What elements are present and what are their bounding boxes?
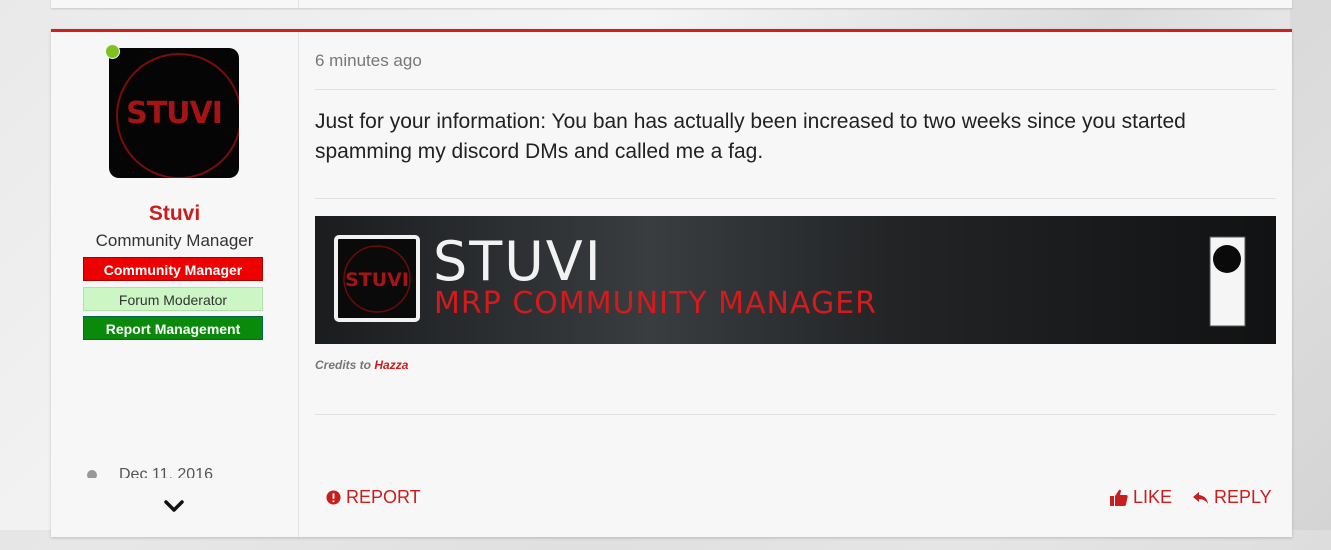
previous-post-card xyxy=(51,0,1292,8)
joined-date-text: Dec 11, 2016 xyxy=(119,466,213,478)
thumbs-up-icon xyxy=(1110,489,1128,506)
signature-role: MRP COMMUNITY MANAGER xyxy=(434,286,878,321)
reply-button[interactable]: REPLY xyxy=(1193,487,1272,508)
signature-banner: STUVI STUVI MRP COMMUNITY MANAGER xyxy=(315,216,1276,344)
credits-prefix: Credits to xyxy=(315,358,372,372)
joined-date: Dec 11, 2016 xyxy=(87,466,267,478)
report-label: REPORT xyxy=(346,487,421,507)
signature-credits: Credits to Hazza xyxy=(315,358,408,372)
badge-community-manager: Community Manager xyxy=(83,257,263,281)
avatar-logo-text: STUVI xyxy=(126,96,222,131)
post-message: Just for your information: You ban has a… xyxy=(315,110,1186,163)
reply-label: REPLY xyxy=(1214,487,1272,507)
like-button[interactable]: LIKE xyxy=(1110,487,1172,508)
divider xyxy=(315,414,1276,415)
forum-post: STUVI Stuvi Community Manager Community … xyxy=(51,29,1292,537)
divider xyxy=(315,89,1276,90)
post-content: 6 minutes ago Just for your information:… xyxy=(315,32,1276,537)
badge-report-management: Report Management xyxy=(83,316,263,340)
report-button[interactable]: REPORT xyxy=(326,487,421,508)
post-timestamp[interactable]: 6 minutes ago xyxy=(315,51,422,71)
online-status-indicator xyxy=(105,44,120,59)
user-icon xyxy=(87,470,97,478)
badge-forum-moderator: Forum Moderator xyxy=(83,287,263,311)
like-label: LIKE xyxy=(1133,487,1173,507)
author-user-title: Community Manager xyxy=(95,231,254,250)
chevron-down-icon[interactable] xyxy=(162,498,186,514)
avatar[interactable]: STUVI xyxy=(109,48,239,178)
signature-logo-text: STUVI xyxy=(345,269,409,291)
reply-arrow-icon xyxy=(1193,491,1208,504)
author-username[interactable]: Stuvi xyxy=(51,202,298,226)
signature-name: STUVI xyxy=(433,230,603,293)
credits-author-link[interactable]: Hazza xyxy=(374,358,408,372)
avatar-container: STUVI xyxy=(105,44,239,178)
background-decoration xyxy=(1290,0,1331,550)
exclamation-circle-icon xyxy=(326,490,341,505)
post-author-sidebar: STUVI Stuvi Community Manager Community … xyxy=(51,32,299,537)
divider xyxy=(315,198,1276,199)
